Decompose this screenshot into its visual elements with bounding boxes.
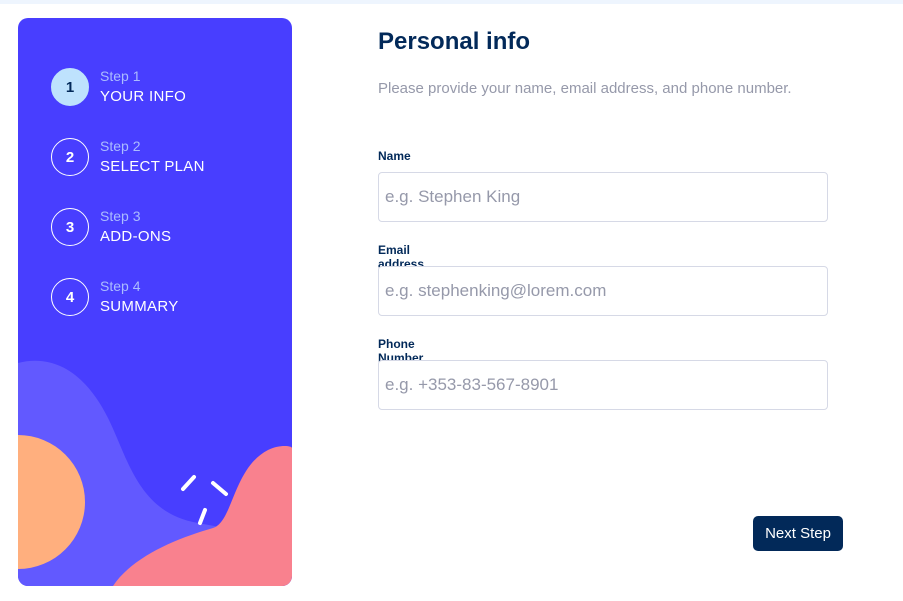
step-title: SUMMARY [100,297,179,315]
step-text: Step 3 ADD-ONS [100,208,171,246]
step-label: Step 3 [100,208,141,225]
step-number-circle: 2 [51,138,89,176]
step-label: Step 1 [100,68,141,85]
form-card: 1 Step 1 YOUR INFO 2 Step 2 SELECT PLAN … [0,4,903,601]
page-title: Personal info [378,28,531,55]
sparkle-icon [181,475,228,525]
step-title: SELECT PLAN [100,157,205,175]
step-item-your-info[interactable]: 1 Step 1 YOUR INFO [51,66,186,108]
step-title: ADD-ONS [100,227,172,245]
name-input[interactable] [378,172,828,222]
step-item-summary[interactable]: 4 Step 4 SUMMARY [51,276,179,318]
email-input[interactable] [378,266,828,316]
next-step-button[interactable]: Next Step [753,516,843,551]
step-label: Step 4 [100,278,141,295]
phone-input[interactable] [378,360,828,410]
step-text: Step 1 YOUR INFO [100,68,186,106]
step-text: Step 2 SELECT PLAN [100,138,205,176]
step-item-select-plan[interactable]: 2 Step 2 SELECT PLAN [51,136,205,178]
step-title: YOUR INFO [100,87,187,105]
step-number-circle: 3 [51,208,89,246]
step-text: Step 4 SUMMARY [100,278,179,316]
step-item-add-ons[interactable]: 3 Step 3 ADD-ONS [51,206,171,248]
step-label: Step 2 [100,138,141,155]
page-subtitle: Please provide your name, email address,… [378,80,792,97]
step-number-circle: 4 [51,278,89,316]
name-label: Name [378,149,411,163]
step-number-circle: 1 [51,68,89,106]
step-sidebar: 1 Step 1 YOUR INFO 2 Step 2 SELECT PLAN … [18,18,292,586]
